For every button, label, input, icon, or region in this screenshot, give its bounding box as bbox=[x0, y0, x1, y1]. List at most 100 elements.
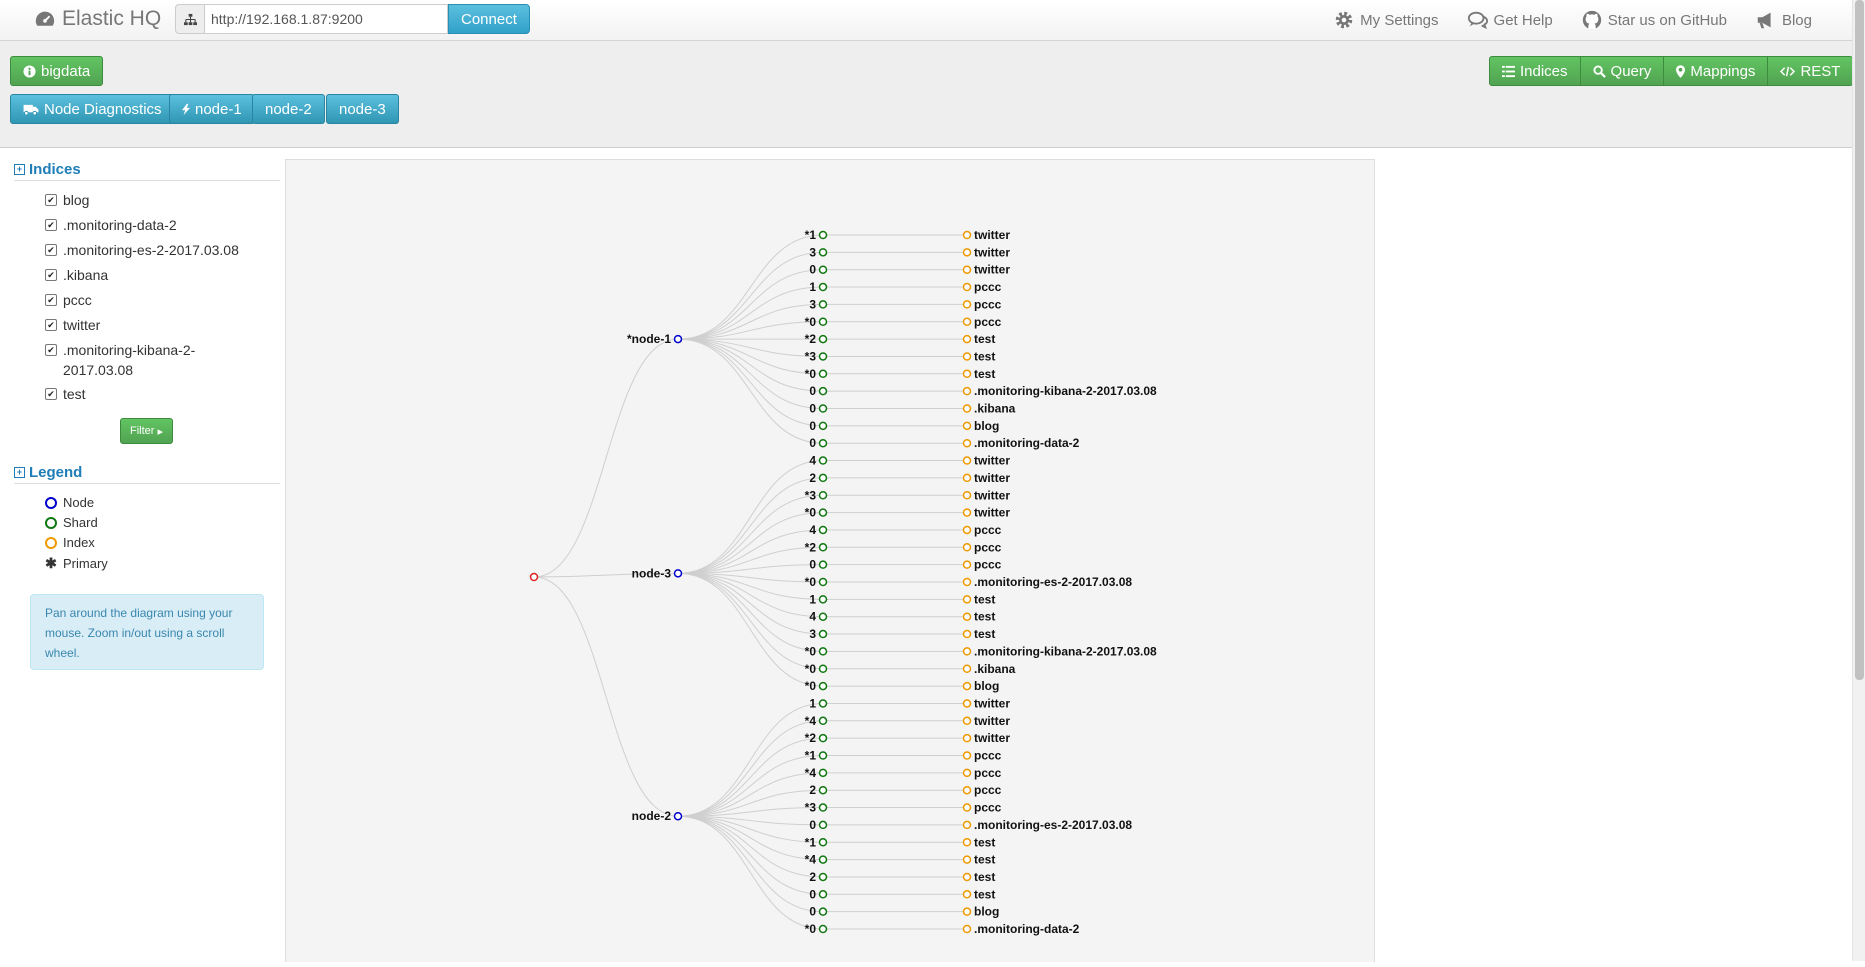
index-filter-item[interactable]: ✔ .monitoring-data-2 bbox=[45, 215, 245, 235]
index-node[interactable] bbox=[962, 317, 972, 326]
index-node[interactable] bbox=[962, 248, 972, 257]
index-node[interactable] bbox=[962, 855, 972, 864]
shard-node[interactable] bbox=[818, 230, 828, 240]
shard-node[interactable] bbox=[818, 768, 828, 778]
shard-node[interactable] bbox=[818, 699, 828, 708]
shard-node[interactable] bbox=[818, 525, 828, 535]
checkbox-checked-icon[interactable]: ✔ bbox=[45, 294, 57, 306]
index-node[interactable] bbox=[962, 265, 972, 274]
index-node[interactable] bbox=[962, 421, 972, 431]
index-node[interactable] bbox=[962, 525, 972, 535]
node-diagnostics-button[interactable]: Node Diagnostics bbox=[10, 94, 175, 124]
index-node[interactable] bbox=[962, 438, 972, 448]
index-node[interactable] bbox=[962, 230, 972, 240]
shard-node[interactable] bbox=[818, 890, 828, 899]
index-node[interactable] bbox=[962, 369, 972, 379]
index-node[interactable] bbox=[962, 300, 972, 309]
indices-section-toggle[interactable]: + Indices bbox=[14, 161, 81, 178]
index-node[interactable] bbox=[962, 785, 972, 795]
checkbox-checked-icon[interactable]: ✔ bbox=[45, 388, 57, 400]
index-filter-item[interactable]: ✔ blog bbox=[45, 190, 245, 210]
shard-node[interactable] bbox=[818, 595, 828, 604]
node-node[interactable] bbox=[673, 569, 683, 578]
mappings-button[interactable]: Mappings bbox=[1664, 56, 1769, 86]
shard-node[interactable] bbox=[818, 334, 828, 344]
shard-node[interactable] bbox=[818, 855, 828, 864]
index-node[interactable] bbox=[962, 733, 972, 743]
index-node[interactable] bbox=[962, 820, 972, 830]
checkbox-checked-icon[interactable]: ✔ bbox=[45, 244, 57, 256]
shard-node[interactable] bbox=[818, 543, 828, 552]
index-node[interactable] bbox=[962, 838, 972, 847]
shard-node[interactable] bbox=[818, 404, 828, 413]
index-node[interactable] bbox=[962, 456, 972, 465]
index-node[interactable] bbox=[962, 924, 972, 934]
index-node[interactable] bbox=[962, 664, 972, 673]
index-node[interactable] bbox=[962, 751, 972, 760]
index-node[interactable] bbox=[962, 612, 972, 621]
connect-button[interactable]: Connect bbox=[448, 4, 530, 34]
index-node[interactable] bbox=[962, 907, 972, 916]
index-node[interactable] bbox=[962, 577, 972, 587]
index-node[interactable] bbox=[962, 595, 972, 604]
shard-node[interactable] bbox=[818, 872, 828, 882]
index-node[interactable] bbox=[962, 699, 972, 708]
shard-node[interactable] bbox=[818, 456, 828, 465]
checkbox-checked-icon[interactable]: ✔ bbox=[45, 319, 57, 331]
shard-node[interactable] bbox=[818, 820, 828, 830]
shard-node[interactable] bbox=[818, 438, 828, 448]
shard-node[interactable] bbox=[818, 612, 828, 621]
index-node[interactable] bbox=[962, 334, 972, 344]
index-node[interactable] bbox=[962, 647, 972, 656]
index-filter-item[interactable]: ✔ .kibana bbox=[45, 265, 245, 285]
shard-node[interactable] bbox=[818, 629, 828, 639]
node-node[interactable] bbox=[673, 811, 683, 821]
index-filter-item[interactable]: ✔ test bbox=[45, 384, 245, 404]
shard-node[interactable] bbox=[818, 803, 828, 812]
shard-node[interactable] bbox=[818, 352, 828, 361]
shard-node[interactable] bbox=[818, 751, 828, 760]
index-node[interactable] bbox=[962, 508, 972, 517]
shard-node[interactable] bbox=[818, 421, 828, 431]
cluster-tree-svg[interactable]: *1 twitter 3 twitter 0 twitter 1 pccc 3 pccc *0 pcc… bbox=[286, 160, 1374, 962]
cluster-diagram[interactable]: *1 twitter 3 twitter 0 twitter 1 pccc 3 pccc *0 pcc… bbox=[285, 159, 1375, 962]
shard-node[interactable] bbox=[818, 282, 828, 292]
blog-link[interactable]: Blog bbox=[1755, 9, 1812, 31]
github-link[interactable]: Star us on GitHub bbox=[1581, 9, 1727, 31]
checkbox-checked-icon[interactable]: ✔ bbox=[45, 194, 57, 206]
rest-button[interactable]: REST bbox=[1768, 56, 1854, 86]
shard-node[interactable] bbox=[818, 265, 828, 274]
my-settings-link[interactable]: My Settings bbox=[1333, 9, 1439, 31]
shard-node[interactable] bbox=[818, 473, 828, 483]
shard-node[interactable] bbox=[818, 681, 828, 691]
brand[interactable]: Elastic HQ bbox=[34, 7, 161, 31]
index-node[interactable] bbox=[962, 404, 972, 413]
node-node[interactable] bbox=[673, 334, 683, 344]
node-3-button[interactable]: node-3 bbox=[326, 94, 399, 124]
shard-node[interactable] bbox=[818, 491, 828, 500]
index-filter-item[interactable]: ✔ .monitoring-es-2-2017.03.08 bbox=[45, 240, 245, 260]
shard-node[interactable] bbox=[818, 716, 828, 726]
shard-node[interactable] bbox=[818, 248, 828, 257]
indices-button[interactable]: Indices bbox=[1489, 56, 1581, 86]
index-node[interactable] bbox=[962, 543, 972, 552]
shard-node[interactable] bbox=[818, 317, 828, 326]
index-filter-item[interactable]: ✔ pccc bbox=[45, 290, 245, 310]
index-node[interactable] bbox=[962, 352, 972, 361]
index-node[interactable] bbox=[962, 386, 972, 396]
checkbox-checked-icon[interactable]: ✔ bbox=[45, 219, 57, 231]
index-filter-item[interactable]: ✔ twitter bbox=[45, 315, 245, 335]
shard-node[interactable] bbox=[818, 664, 828, 673]
shard-node[interactable] bbox=[818, 733, 828, 743]
index-node[interactable] bbox=[962, 491, 972, 500]
shard-node[interactable] bbox=[818, 907, 828, 916]
cluster-button[interactable]: bigdata bbox=[10, 56, 104, 86]
index-node[interactable] bbox=[962, 872, 972, 882]
shard-node[interactable] bbox=[818, 300, 828, 309]
query-button[interactable]: Query bbox=[1580, 56, 1665, 86]
shard-node[interactable] bbox=[818, 577, 828, 587]
index-node[interactable] bbox=[962, 716, 972, 726]
shard-node[interactable] bbox=[818, 369, 828, 379]
scrollbar[interactable] bbox=[1852, 0, 1865, 961]
scrollbar-thumb[interactable] bbox=[1855, 0, 1864, 680]
